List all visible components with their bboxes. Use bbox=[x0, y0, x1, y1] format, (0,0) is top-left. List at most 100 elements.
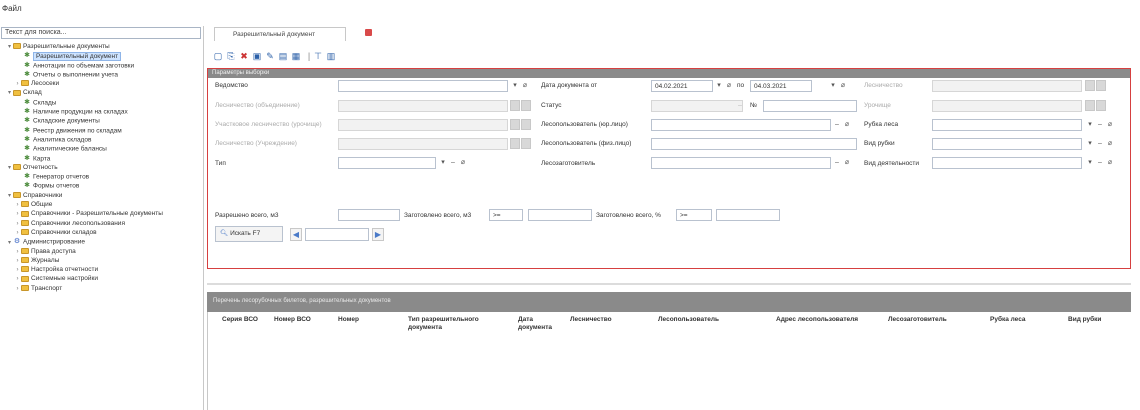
tree-item[interactable]: › Транспорт bbox=[0, 284, 204, 293]
chevron-right-icon[interactable]: › bbox=[14, 257, 21, 265]
tree-item[interactable]: ✱ Генератор отчетов bbox=[0, 172, 204, 181]
tree-item[interactable]: ▾ Отчетность bbox=[0, 163, 204, 172]
tree-item[interactable]: ✱ Аналитика складов bbox=[0, 135, 204, 144]
tree-item[interactable]: ✱ Карта bbox=[0, 154, 204, 163]
delete-icon[interactable]: ✖ bbox=[238, 50, 250, 62]
tree-item[interactable]: › Справочники лесопользования bbox=[0, 219, 204, 228]
zagotovleno-m3-op[interactable]: >= bbox=[489, 209, 523, 221]
column-header[interactable]: Номер bbox=[338, 316, 388, 324]
tree-item[interactable]: ✱ Наличие продукции на складах bbox=[0, 107, 204, 116]
razresheno-input[interactable] bbox=[338, 209, 400, 221]
vid-rubki-buttons[interactable]: ▾ – ⌀ bbox=[1085, 138, 1115, 150]
urochishe-select[interactable] bbox=[932, 100, 1082, 112]
column-header[interactable]: Тип разрешительного документа bbox=[408, 316, 498, 332]
tree-item[interactable]: ✱ Аналитические балансы bbox=[0, 144, 204, 153]
tree-item[interactable]: ✱ Разрешительный документ bbox=[0, 51, 204, 61]
tab-document[interactable]: Разрешительный документ bbox=[214, 27, 346, 41]
tree-item[interactable]: › Журналы bbox=[0, 256, 204, 265]
lesozagot-select[interactable] bbox=[651, 157, 831, 169]
tree-item[interactable]: › Права доступа bbox=[0, 247, 204, 256]
chevron-right-icon[interactable]: › bbox=[14, 220, 21, 228]
chevron-right-icon[interactable]: › bbox=[14, 285, 21, 293]
tree-item[interactable]: ▾ Разрешительные документы bbox=[0, 42, 204, 51]
tree-item[interactable]: ✱ Склады bbox=[0, 98, 204, 107]
status-select[interactable] bbox=[651, 100, 743, 112]
prev-arrow-icon[interactable]: ◀ bbox=[290, 228, 302, 241]
chevron-right-icon[interactable]: › bbox=[14, 229, 21, 237]
column-header[interactable]: Лесничество bbox=[570, 316, 640, 324]
search-button[interactable]: 🔍︎ Искать F7 bbox=[215, 226, 283, 242]
tree-item[interactable]: ✱ Отчеты о выполнении учета bbox=[0, 70, 204, 79]
column-header[interactable]: Вид рубки bbox=[1068, 316, 1128, 324]
chevron-down-icon[interactable]: ▾ bbox=[6, 164, 13, 172]
rubka-buttons[interactable]: ▾ – ⌀ bbox=[1085, 119, 1115, 131]
rubka-select[interactable] bbox=[932, 119, 1082, 131]
vedomstvo-buttons[interactable]: ▾ ⌀ bbox=[510, 80, 530, 92]
tree-item[interactable]: › Настройка отчетности bbox=[0, 265, 204, 274]
record-nav-input[interactable] bbox=[305, 228, 369, 241]
export-icon[interactable]: ▥ bbox=[325, 50, 337, 62]
tree-item[interactable]: ✱ Складские документы bbox=[0, 116, 204, 125]
lesnichestvo-uchr-select[interactable] bbox=[338, 138, 508, 150]
type-select[interactable] bbox=[338, 157, 436, 169]
print-icon[interactable]: ▤ bbox=[277, 50, 289, 62]
tree-item[interactable]: › Лесосеки bbox=[0, 79, 204, 88]
chevron-down-icon[interactable]: ▾ bbox=[6, 239, 13, 247]
lesopolz-jur-select[interactable] bbox=[651, 119, 831, 131]
tree-item[interactable]: ✱ Формы отчетов bbox=[0, 181, 204, 190]
chevron-down-icon[interactable]: ▾ bbox=[6, 192, 13, 200]
tree-item[interactable]: ▾ Справочники bbox=[0, 191, 204, 200]
tree-item[interactable]: › Справочники - Разрешительные документы bbox=[0, 209, 204, 218]
tree-item[interactable]: ▾ Склад bbox=[0, 88, 204, 97]
chevron-right-icon[interactable]: › bbox=[14, 201, 21, 209]
lesnichestvo-select[interactable] bbox=[932, 80, 1082, 92]
zagotovleno-pct-input[interactable] bbox=[716, 209, 780, 221]
vid-deyat-buttons[interactable]: ▾ – ⌀ bbox=[1085, 157, 1115, 169]
zagotovleno-pct-op[interactable]: >= bbox=[676, 209, 712, 221]
column-header[interactable]: Лесозаготовитель bbox=[888, 316, 978, 324]
lesopolz-fiz-input[interactable] bbox=[651, 138, 857, 150]
chevron-down-icon[interactable]: ▾ bbox=[6, 89, 13, 97]
type-buttons[interactable]: ▾ – ⌀ bbox=[438, 157, 468, 169]
new-document-icon[interactable]: ▢ bbox=[212, 50, 224, 62]
tree-item[interactable]: ✱ Аннотации по объемам заготовки bbox=[0, 61, 204, 70]
number-input[interactable] bbox=[763, 100, 857, 112]
chevron-right-icon[interactable]: › bbox=[14, 266, 21, 274]
chevron-right-icon[interactable]: › bbox=[14, 80, 21, 88]
tree-item[interactable]: ▾ ⚙ Администрирование bbox=[0, 237, 204, 246]
column-header[interactable]: Адрес лесопользователя bbox=[776, 316, 866, 324]
uch-lesnichestvo-select[interactable] bbox=[338, 119, 508, 131]
column-header[interactable]: Рубка леса bbox=[990, 316, 1050, 324]
splitter[interactable] bbox=[207, 283, 1131, 285]
vedomstvo-select[interactable] bbox=[338, 80, 508, 92]
column-header[interactable]: Серия ВСО bbox=[222, 316, 270, 324]
tab-close-icon[interactable] bbox=[365, 29, 372, 36]
date-to-input[interactable]: 04.03.2021 bbox=[750, 80, 812, 92]
tree-item[interactable]: › Справочники складов bbox=[0, 228, 204, 237]
column-header[interactable]: Номер ВСО bbox=[274, 316, 322, 324]
tree-item[interactable]: › Общие bbox=[0, 200, 204, 209]
copy-icon[interactable]: ⎘ bbox=[225, 50, 237, 62]
zagotovleno-m3-input[interactable] bbox=[528, 209, 592, 221]
tree-item[interactable]: ✱ Реестр движения по складам bbox=[0, 126, 204, 135]
vid-deyat-select[interactable] bbox=[932, 157, 1082, 169]
date-to-buttons[interactable]: ▾ ⌀ bbox=[828, 80, 848, 92]
vid-rubki-select[interactable] bbox=[932, 138, 1082, 150]
table-icon[interactable]: ▦ bbox=[290, 50, 302, 62]
chevron-right-icon[interactable]: › bbox=[14, 275, 21, 283]
chevron-right-icon[interactable]: › bbox=[14, 210, 21, 218]
lesozagot-buttons[interactable]: – ⌀ bbox=[832, 157, 852, 169]
date-from-input[interactable]: 04.02.2021 bbox=[651, 80, 713, 92]
column-header[interactable]: Лесопользователь bbox=[658, 316, 758, 324]
date-from-buttons[interactable]: ▾ ⌀ bbox=[714, 80, 734, 92]
filter-icon[interactable]: ⊤ bbox=[312, 50, 324, 62]
menu-file[interactable]: Файл bbox=[2, 4, 22, 13]
chevron-down-icon[interactable]: ▾ bbox=[6, 43, 13, 51]
chevron-right-icon[interactable]: › bbox=[14, 248, 21, 256]
edit-icon[interactable]: ✎ bbox=[264, 50, 276, 62]
next-arrow-icon[interactable]: ▶ bbox=[372, 228, 384, 241]
lesnichestvo-obed-select[interactable] bbox=[338, 100, 508, 112]
save-icon[interactable]: ▣ bbox=[251, 50, 263, 62]
tree-item[interactable]: › Системные настройки bbox=[0, 274, 204, 283]
column-header[interactable]: Дата документа bbox=[518, 316, 562, 332]
